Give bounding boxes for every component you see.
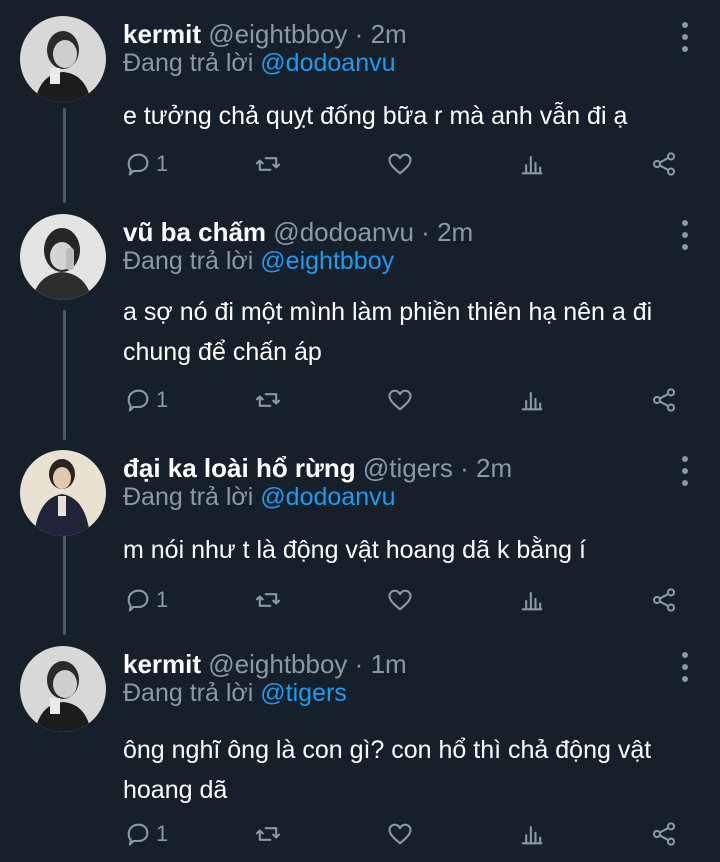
reply-prefix: Đang trả lời [123, 679, 254, 707]
like-button[interactable] [386, 144, 414, 184]
like-button[interactable] [386, 814, 414, 854]
display-name[interactable]: đại ka loài hổ rừng [123, 453, 356, 483]
avatar[interactable] [20, 16, 106, 102]
like-icon [388, 589, 412, 611]
like-icon [388, 389, 412, 411]
tweet-text: e tưởng chả quỵt đống bữa r mà anh vẫn đ… [123, 102, 628, 130]
share-button[interactable] [650, 580, 678, 620]
action-bar: 1 [0, 144, 720, 184]
action-bar: 1 [0, 580, 720, 620]
analytics-icon [521, 825, 543, 845]
share-icon [652, 152, 676, 176]
like-button[interactable] [386, 580, 414, 620]
more-options-icon[interactable] [678, 22, 692, 52]
reply-count: 1 [156, 387, 169, 412]
tweet-header: đại ka loài hổ rừng @tigers · 2m [123, 450, 512, 486]
reply-mention[interactable]: @tigers [260, 679, 347, 707]
display-name[interactable]: vũ ba chấm [123, 217, 266, 247]
reply-prefix: Đang trả lời [123, 49, 254, 77]
comment-icon [127, 389, 149, 412]
separator: · [354, 19, 364, 49]
reply-count: 1 [156, 151, 169, 176]
avatar[interactable] [20, 646, 106, 732]
share-button[interactable] [650, 144, 678, 184]
display-name[interactable]: kermit [123, 19, 201, 49]
like-button[interactable] [386, 380, 414, 420]
user-handle[interactable]: @eightbboy [208, 19, 347, 49]
tweet-header: kermit @eightbboy · 1m [123, 646, 407, 682]
timestamp[interactable]: 1m [371, 649, 407, 679]
like-icon [388, 823, 412, 845]
analytics-icon [521, 591, 543, 611]
share-icon [652, 388, 676, 412]
like-icon [388, 153, 412, 175]
tweet-text: a sợ nó đi một mình làm phiền thiên hạ n… [123, 298, 653, 366]
analytics-button[interactable] [518, 380, 546, 420]
share-icon [652, 588, 676, 612]
reply-context: Đang trả lời @tigers [123, 679, 347, 708]
more-options-icon[interactable] [678, 652, 692, 682]
reply-mention[interactable]: @dodoanvu [260, 483, 395, 511]
comment-icon [127, 153, 149, 176]
retweet-icon [255, 593, 281, 607]
separator: · [460, 453, 469, 483]
comment-icon [127, 589, 149, 612]
reply-context: Đang trả lời @dodoanvu [123, 483, 396, 512]
display-name[interactable]: kermit [123, 649, 201, 679]
thread-line [63, 310, 66, 440]
share-button[interactable] [650, 380, 678, 420]
analytics-button[interactable] [518, 580, 546, 620]
timestamp[interactable]: 2m [371, 19, 407, 49]
retweet-button[interactable] [254, 144, 282, 184]
more-options-icon[interactable] [678, 220, 692, 250]
comment-icon [127, 823, 149, 846]
more-options-icon[interactable] [678, 456, 692, 486]
tweet-header: vũ ba chấm @dodoanvu · 2m [123, 214, 473, 250]
reply-count: 1 [156, 587, 169, 612]
tweet-header: kermit @eightbboy · 2m [123, 16, 407, 52]
retweet-icon [255, 157, 281, 171]
user-handle[interactable]: @dodoanvu [273, 217, 414, 247]
reply-button[interactable]: 1 [124, 380, 168, 420]
share-button[interactable] [650, 814, 678, 854]
reply-mention[interactable]: @dodoanvu [260, 49, 395, 77]
reply-context: Đang trả lời @dodoanvu [123, 49, 396, 78]
timestamp[interactable]: 2m [437, 217, 473, 247]
separator: · [421, 217, 430, 247]
avatar[interactable] [20, 450, 106, 536]
reply-context: Đang trả lời @eightbboy [123, 247, 394, 276]
reply-button[interactable]: 1 [124, 580, 168, 620]
retweet-button[interactable] [254, 580, 282, 620]
analytics-icon [521, 391, 543, 411]
reply-button[interactable]: 1 [124, 814, 168, 854]
action-bar: 1 [0, 380, 720, 420]
reply-button[interactable]: 1 [124, 144, 168, 184]
action-bar: 1 [0, 814, 720, 854]
tweet-text: ông nghĩ ông là con gì? con hổ thì chả đ… [123, 736, 652, 804]
analytics-icon [521, 155, 543, 175]
share-icon [652, 822, 676, 846]
analytics-button[interactable] [518, 144, 546, 184]
reply-mention[interactable]: @eightbboy [260, 247, 394, 275]
avatar[interactable] [20, 214, 106, 300]
reply-count: 1 [156, 821, 169, 846]
timestamp[interactable]: 2m [476, 453, 512, 483]
reply-prefix: Đang trả lời [123, 247, 254, 275]
separator: · [354, 649, 364, 679]
reply-prefix: Đang trả lời [123, 483, 254, 511]
retweet-button[interactable] [254, 814, 282, 854]
analytics-button[interactable] [518, 814, 546, 854]
retweet-button[interactable] [254, 380, 282, 420]
retweet-icon [255, 393, 281, 407]
user-handle[interactable]: @eightbboy [208, 649, 347, 679]
tweet-text: m nói như t là động vật hoang dã k bằng … [123, 536, 586, 564]
user-handle[interactable]: @tigers [363, 453, 453, 483]
retweet-icon [255, 827, 281, 841]
